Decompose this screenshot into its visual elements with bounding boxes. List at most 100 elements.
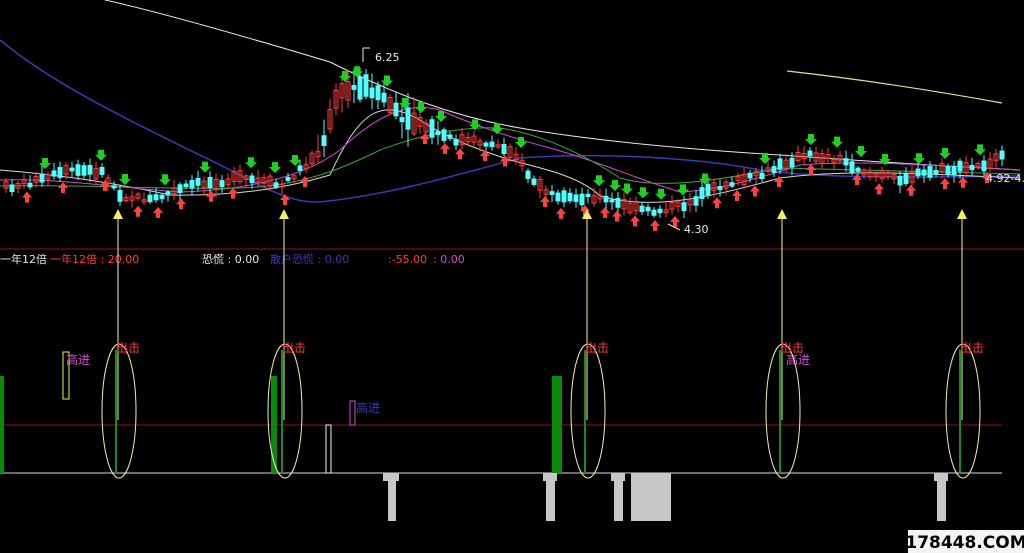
- candle-body: [81, 165, 87, 176]
- green-block: [271, 376, 277, 473]
- panic-value: 0.00: [235, 253, 260, 266]
- candle-body: [75, 164, 81, 176]
- candle-body: [99, 166, 105, 175]
- candle-body: [603, 195, 609, 203]
- strike-marker-icon: [957, 209, 967, 219]
- candle-body: [849, 161, 855, 173]
- candle-body: [441, 129, 447, 141]
- buy-arrow-icon: [133, 205, 143, 217]
- candle-body: [789, 157, 795, 168]
- candle-body: [843, 158, 849, 166]
- candle-body: [555, 192, 561, 202]
- candle-body: [147, 194, 153, 203]
- buy-arrow-icon: [940, 178, 950, 189]
- candle-body: [69, 167, 75, 172]
- candle-body: [297, 165, 303, 171]
- series-value: 20.00: [108, 253, 140, 266]
- candle-body: [57, 166, 63, 178]
- candle-body: [897, 175, 903, 186]
- candle-body: [165, 191, 171, 196]
- candle-body: [729, 182, 735, 187]
- candle-body: [921, 169, 927, 176]
- green-block: [552, 376, 562, 473]
- buy-arrow-icon: [874, 183, 884, 195]
- neg-value: :-55.00: [388, 253, 427, 266]
- candle-body: [399, 117, 405, 123]
- strike-ellipse: [765, 343, 801, 479]
- candle-body: [429, 119, 435, 138]
- sell-arrow-icon: [609, 180, 621, 191]
- candle-body: [189, 180, 195, 189]
- panic-label: 恐慌: [202, 253, 224, 266]
- candle-body: [651, 209, 657, 216]
- sell-arrow-icon: [677, 184, 689, 196]
- buy-arrow-icon: [612, 210, 622, 222]
- buy-arrow-icon: [712, 197, 722, 209]
- sell-arrow-icon: [95, 149, 107, 161]
- sell-arrow-icon: [39, 158, 51, 169]
- strike-label: 出击: [585, 341, 609, 355]
- candle-body: [957, 160, 963, 172]
- candle-body: [951, 166, 957, 176]
- candle-body: [549, 191, 555, 195]
- candle-body: [153, 194, 159, 201]
- strike-label: 出击: [780, 341, 804, 355]
- buy-arrow-icon: [300, 176, 310, 187]
- candle-body: [117, 189, 123, 202]
- sell-arrow-icon: [399, 98, 411, 109]
- candle-body: [639, 205, 645, 213]
- ma-blue-long: [0, 39, 1021, 203]
- candle-body: [615, 197, 621, 208]
- candle-body: [585, 193, 591, 197]
- sell-arrow-icon: [805, 134, 817, 145]
- buy-arrow-icon: [650, 220, 660, 231]
- watermark: 178448.COM: [905, 533, 1024, 553]
- strike-ellipse: [101, 343, 137, 479]
- strike-ellipse: [570, 343, 606, 479]
- candle-body: [249, 175, 255, 184]
- ma-yellow-right: [786, 70, 1003, 104]
- candle-body: [285, 176, 291, 181]
- open-bar: [349, 400, 356, 426]
- candle-body: [273, 182, 279, 188]
- candle-body: [609, 199, 615, 203]
- buy-arrow-icon: [906, 184, 916, 196]
- sell-arrow-icon: [289, 155, 301, 166]
- strike-marker-icon: [113, 209, 123, 219]
- candle-body: [699, 187, 705, 199]
- candle-body: [903, 172, 909, 185]
- candle-body: [945, 166, 951, 175]
- candle-body: [177, 184, 183, 194]
- buy-arrow-icon: [206, 190, 216, 202]
- open-bar: [325, 424, 332, 474]
- gray-bar: [611, 473, 625, 521]
- candle-body: [207, 176, 213, 188]
- mid-label: 散户恐慌: [270, 252, 314, 266]
- candle-body: [381, 92, 387, 103]
- candle-body: [195, 178, 201, 186]
- candle-body: [681, 202, 687, 212]
- sell-arrow-icon: [119, 174, 131, 185]
- candle-body: [981, 160, 987, 172]
- candle-body: [501, 144, 507, 155]
- candle-body: [453, 138, 459, 146]
- indicator-header: 一年12倍 一年12倍 : 20.00 恐慌 : 0.00 散户恐慌 : 0.0…: [0, 252, 465, 266]
- candle-body: [573, 194, 579, 202]
- candle-body: [933, 169, 939, 175]
- candle-body: [771, 166, 777, 173]
- sell-arrow-icon: [637, 187, 649, 199]
- candle-body: [9, 184, 15, 193]
- high-marker: [362, 47, 370, 62]
- candle-body: [219, 180, 225, 188]
- candle-body: [435, 130, 441, 136]
- candle-body: [999, 150, 1005, 160]
- low-price-label: 4.30: [684, 223, 709, 236]
- candle-body: [405, 107, 411, 130]
- candle-body: [645, 206, 651, 212]
- candle-body: [927, 166, 933, 178]
- candle-body: [561, 190, 567, 203]
- sell-arrow-icon: [621, 183, 633, 195]
- sell-arrow-icon: [974, 144, 986, 156]
- strike-marker-icon: [777, 209, 787, 219]
- strike-label: 出击: [282, 341, 306, 355]
